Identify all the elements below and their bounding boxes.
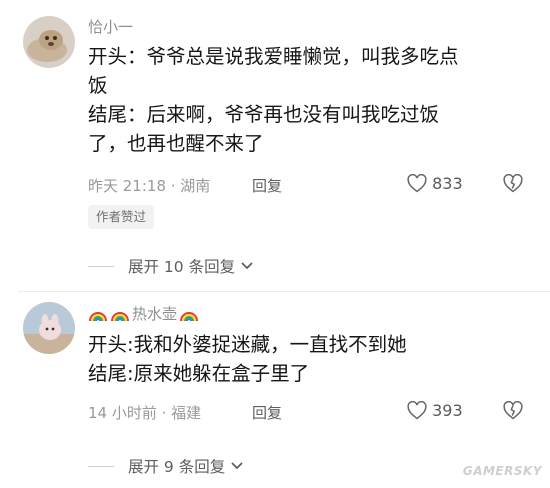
expand-label: 展开 9 条回复	[128, 458, 226, 476]
avatar[interactable]	[23, 302, 75, 354]
expand-replies-button[interactable]: 展开 9 条回复	[88, 455, 244, 477]
author-liked-badge: 作者赞过	[88, 205, 155, 229]
reply-button[interactable]: 回复	[252, 402, 282, 423]
expand-label: 展开 10 条回复	[128, 258, 236, 276]
comment-divider	[18, 291, 550, 292]
author-name[interactable]: 热水壶	[88, 303, 201, 326]
broken-heart-icon	[503, 174, 523, 193]
rainbow-icon	[110, 308, 130, 326]
dislike-button[interactable]	[503, 174, 523, 193]
author-label: 热水壶	[132, 305, 178, 323]
like-count: 393	[432, 401, 463, 420]
dislike-button[interactable]	[503, 401, 523, 420]
chevron-down-icon	[230, 458, 244, 476]
comment-text: 开头:我和外婆捉迷藏，一直找不到她 结尾:原来她躲在盒子里了	[88, 330, 528, 388]
comment-meta: 14 小时前 · 福建	[88, 404, 202, 422]
author-name[interactable]: 恰小一	[88, 16, 133, 37]
like-button[interactable]: 833	[407, 174, 463, 193]
broken-heart-icon	[503, 401, 523, 420]
comment-text: 开头：爷爷总是说我爱睡懒觉，叫我多吃点 饭 结尾：后来啊，爷爷再也没有叫我吃过饭…	[88, 42, 528, 158]
like-count: 833	[432, 174, 463, 193]
comment-line: 结尾:原来她躲在盒子里了	[88, 362, 310, 385]
chevron-down-icon	[240, 258, 254, 276]
comment-line: 了，也再也醒不来了	[88, 132, 264, 155]
expand-replies-button[interactable]: 展开 10 条回复	[88, 255, 254, 277]
reply-button[interactable]: 回复	[252, 175, 282, 196]
rainbow-icon	[88, 308, 108, 326]
comment-meta: 昨天 21:18 · 湖南	[88, 177, 211, 195]
like-button[interactable]: 393	[407, 401, 463, 420]
avatar[interactable]	[23, 16, 75, 68]
heart-outline-icon	[407, 401, 432, 420]
comment-line: 开头：爷爷总是说我爱睡懒觉，叫我多吃点	[88, 45, 459, 68]
divider-dash	[88, 266, 114, 267]
divider-dash	[88, 466, 114, 467]
watermark: GAMERSKY	[462, 464, 542, 478]
comment-line: 结尾：后来啊，爷爷再也没有叫我吃过饭	[88, 103, 440, 126]
comment-line: 开头:我和外婆捉迷藏，一直找不到她	[88, 333, 407, 356]
heart-outline-icon	[407, 174, 432, 193]
comment-line: 饭	[88, 74, 108, 97]
rainbow-icon	[179, 308, 199, 326]
